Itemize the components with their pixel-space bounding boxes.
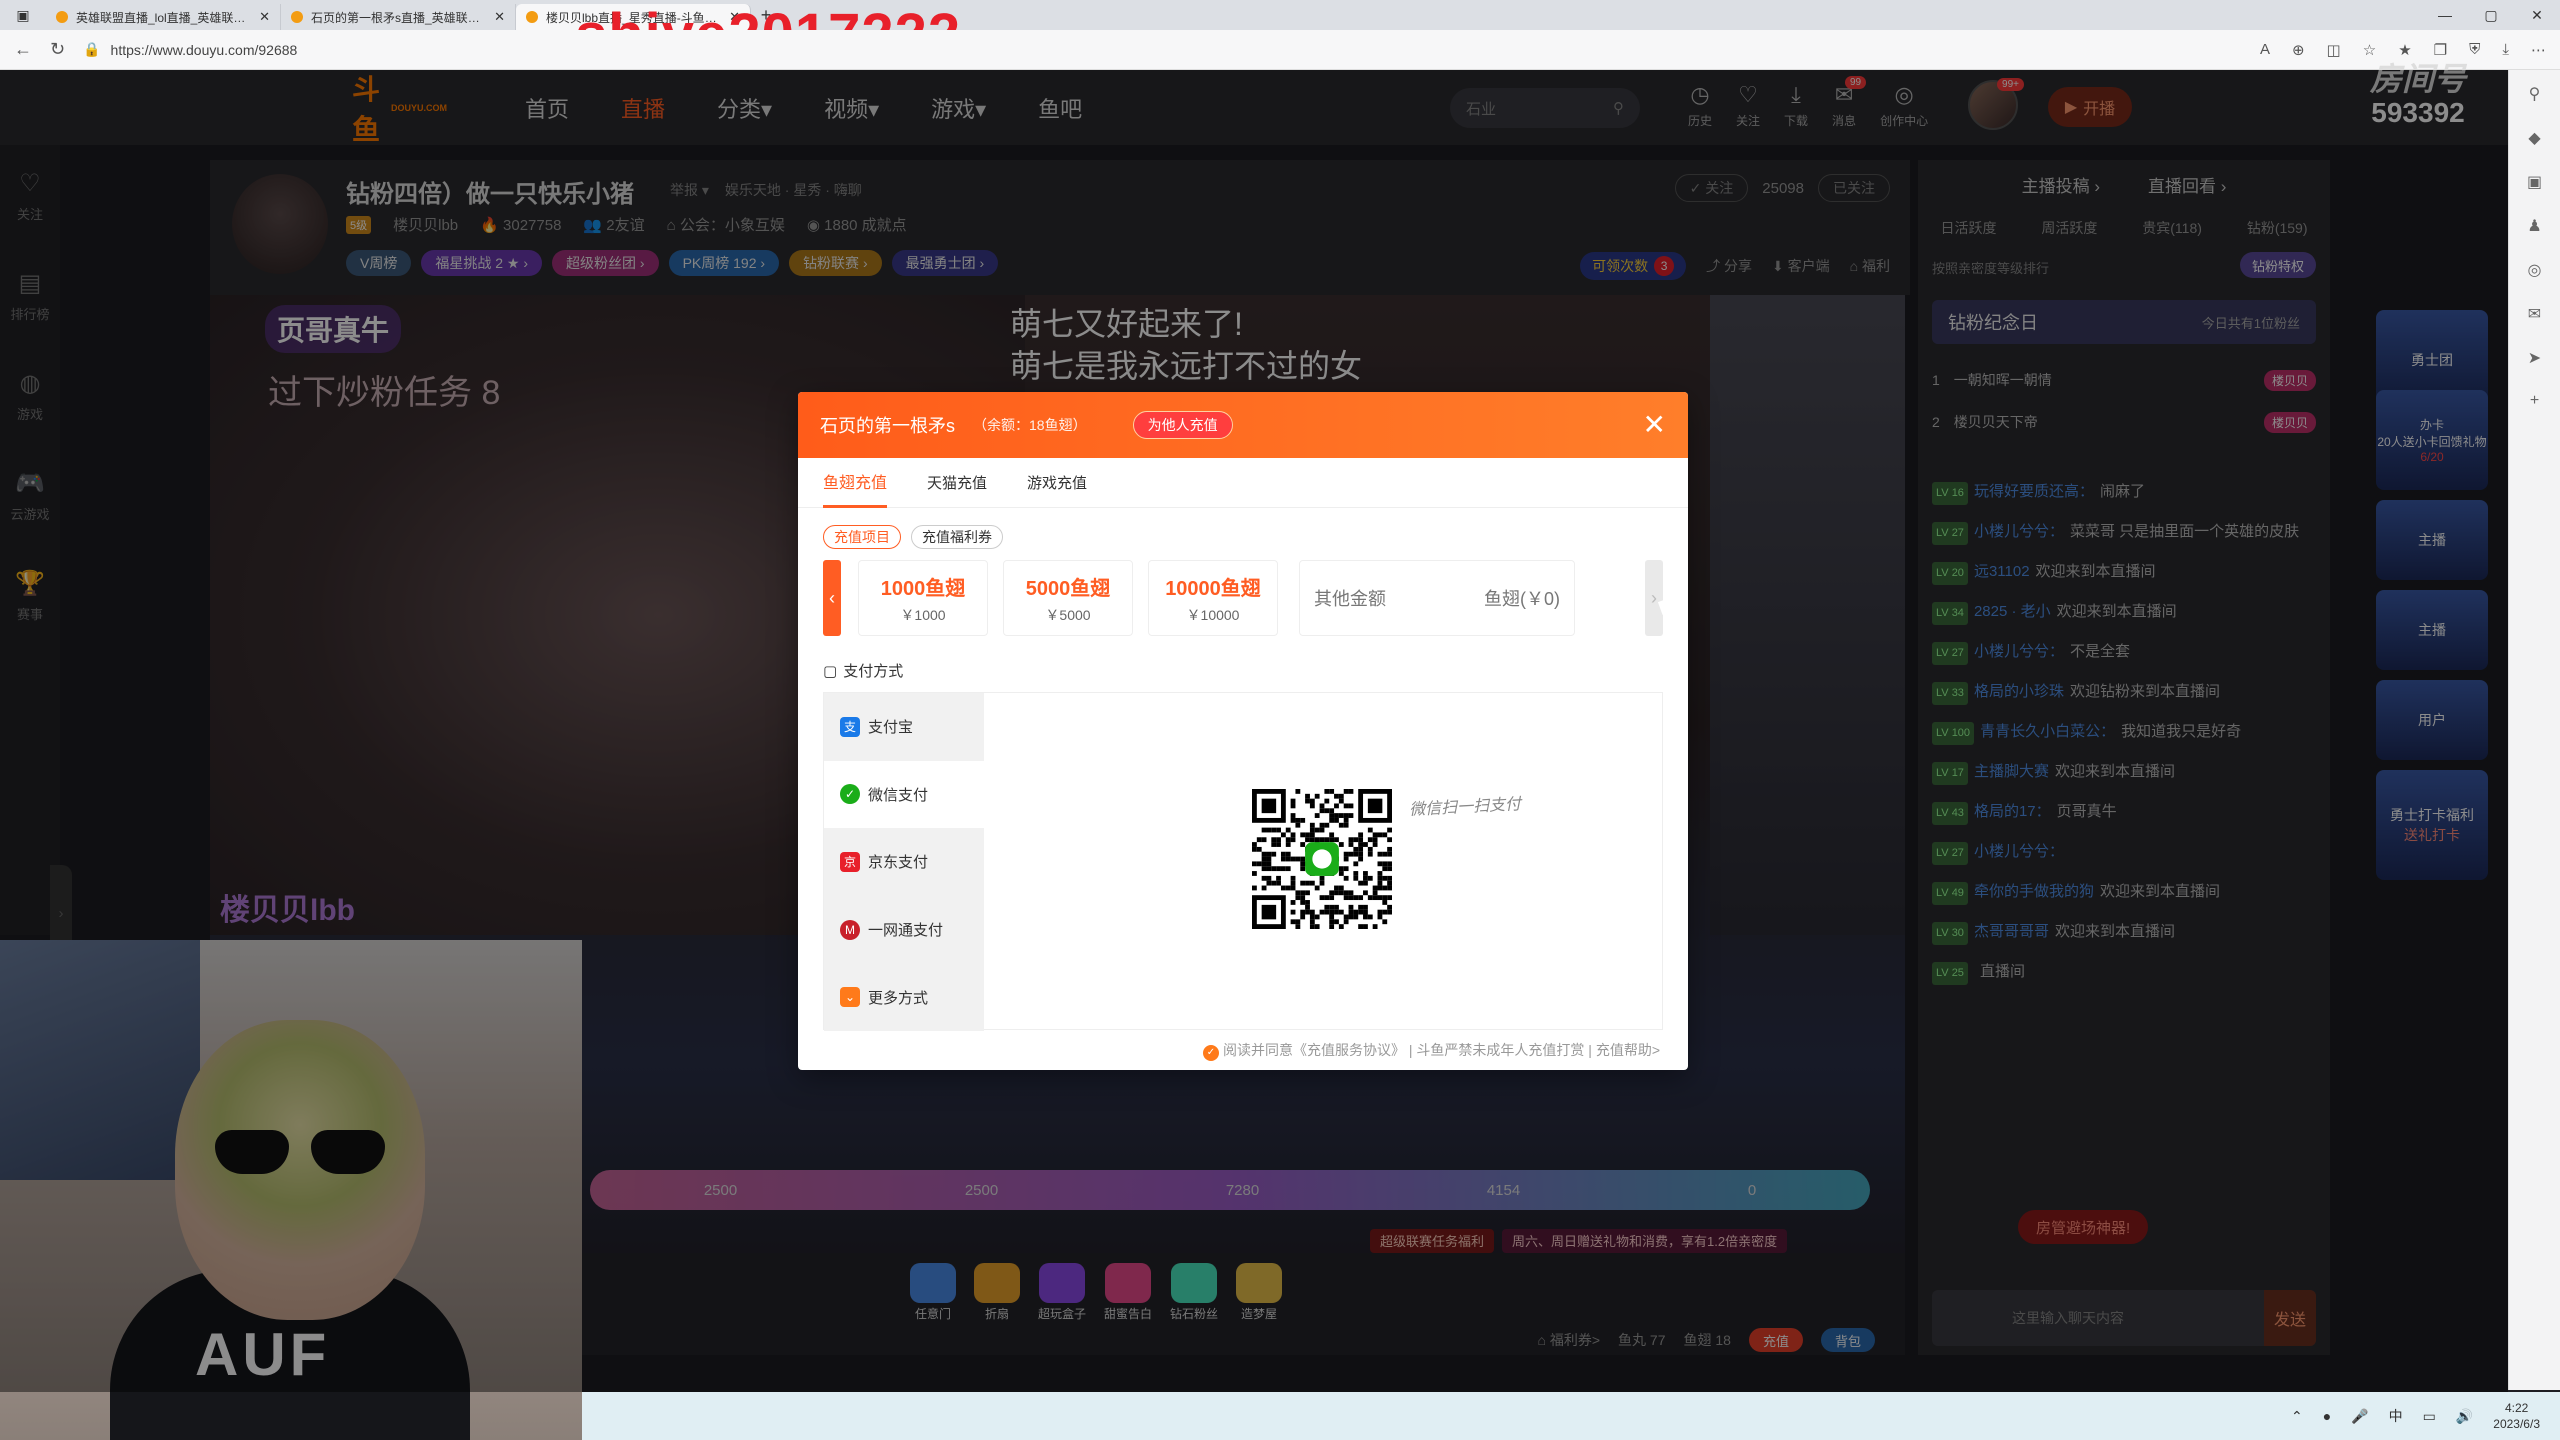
tray-expand-icon[interactable]: ⌃ [2291, 1408, 2303, 1425]
pay-method-0[interactable]: 支支付宝 [824, 693, 984, 761]
chevron-left-icon[interactable]: ‹ [823, 560, 841, 636]
recharge-for-others-button[interactable]: 为他人充值 [1132, 411, 1233, 439]
recharge-subtab-1[interactable]: 充值福利券 [911, 525, 1003, 549]
pay-method-icon: M [840, 919, 860, 940]
url-field[interactable]: 🔒 https://www.douyu.com/92688 [83, 34, 2242, 65]
read-aloud-icon[interactable]: A [2260, 41, 2270, 59]
office-icon[interactable]: ◎ [2528, 260, 2542, 280]
lock-icon: 🔒 [83, 41, 101, 57]
pay-method-icon: 京 [840, 851, 860, 872]
ime-indicator[interactable]: 中 [2389, 1406, 2403, 1426]
clock[interactable]: 4:22 2023/6/3 [2493, 1400, 2540, 1432]
favorites-icon[interactable]: ★ [2398, 41, 2411, 59]
pay-method-label: 京东支付 [868, 854, 929, 872]
tab-label: 英雄联盟直播_lol直播_英雄联盟视频录像-斗鱼直播 [76, 10, 251, 25]
add-icon[interactable]: + [2530, 392, 2539, 410]
tab-close-icon[interactable]: ✕ [494, 9, 505, 25]
amount-price: ￥10000 [1186, 606, 1240, 623]
pay-method-label: 更多方式 [868, 989, 929, 1007]
pay-method-4[interactable]: ⌄ 更多方式 [824, 963, 984, 1031]
amount-value: 1000鱼翅 [880, 577, 966, 600]
amount-row: ‹ 1000鱼翅 ￥1000 5000鱼翅 ￥5000 10000鱼翅 ￥10000 其他… [823, 560, 1663, 636]
pay-method-icon: ✓ [840, 784, 860, 805]
downloads-icon[interactable]: ⤓ [2502, 41, 2509, 59]
close-window-icon[interactable]: ✕ [2514, 0, 2560, 30]
network-icon[interactable]: ▭ [2423, 1408, 2436, 1425]
refresh-icon[interactable]: ↻ [50, 39, 65, 60]
tab-label: 石页的第一根矛s直播_英雄联盟直播-斗鱼直播 [311, 10, 487, 25]
amount-option-1[interactable]: 5000鱼翅 ￥5000 [1003, 560, 1133, 636]
amount-price: ￥1000 [900, 606, 946, 623]
tools-icon[interactable]: ▣ [2527, 172, 2542, 192]
pay-method-2[interactable]: 京京东支付 [824, 828, 984, 896]
recharge-tab-2[interactable]: 游戏充值 [1027, 458, 1087, 508]
zoom-icon[interactable]: ⊕ [2292, 41, 2305, 59]
pay-method-label: 微信支付 [868, 786, 929, 804]
chevron-right-icon[interactable]: › [1645, 560, 1663, 636]
wechat-qr-code [1252, 789, 1392, 929]
browser-sidebar: ⚲ ◆ ▣ ♟ ◎ ✉ ➤ + [2508, 70, 2560, 1390]
tab-close-icon[interactable]: ✕ [259, 9, 270, 25]
pay-method-title: ▢ 支付方式 [823, 662, 904, 681]
back-icon[interactable]: ← [14, 39, 32, 60]
recharge-tab-1[interactable]: 天猫充值 [927, 458, 987, 508]
pay-method-label: 支付宝 [868, 719, 914, 737]
search-icon[interactable]: ⚲ [2529, 84, 2541, 104]
favicon-icon [291, 11, 303, 23]
agreement-text[interactable]: ✓ 阅读并同意《充值服务协议》 | 斗鱼严禁未成年人充值打赏 | 充值帮助> [798, 1040, 1688, 1061]
pay-method-label: 一网通支付 [868, 922, 944, 940]
extension-icon[interactable]: ⛨ [2469, 41, 2480, 59]
more-icon[interactable]: ⋯ [2531, 41, 2546, 59]
split-view-icon[interactable]: ◫ [2327, 41, 2341, 59]
amount-price: ￥5000 [1045, 606, 1091, 623]
amount-option-2[interactable]: 10000鱼翅 ￥10000 [1148, 560, 1278, 636]
taskbar: ⌃ ● 🎤 中 ▭ 🔊 4:22 2023/6/3 [582, 1392, 2560, 1440]
pay-method-3[interactable]: M 一网通支付 [824, 896, 984, 964]
browser-tab-0[interactable]: 英雄联盟直播_lol直播_英雄联盟视频录像-斗鱼直播 ✕ [46, 4, 281, 30]
modal-balance: （余额：18鱼翅） [973, 417, 1087, 433]
checkbox-icon[interactable]: ✓ [1202, 1045, 1219, 1061]
maximize-icon[interactable]: ▢ [2468, 0, 2514, 30]
pay-method-1[interactable]: ✓ 微信支付 [824, 760, 984, 829]
amount-value: 5000鱼翅 [1025, 577, 1111, 600]
shopping-icon[interactable]: ◆ [2528, 128, 2540, 148]
pay-method-icon: ⌄ [840, 987, 860, 1008]
favorite-add-icon[interactable]: ☆ [2363, 41, 2376, 59]
address-bar: ← ↻ 🔒 https://www.douyu.com/92688 A ⊕ ◫ … [0, 30, 2560, 70]
games-icon[interactable]: ♟ [2527, 216, 2541, 236]
url-text: https://www.douyu.com/92688 [110, 41, 298, 58]
volume-icon[interactable]: 🔊 [2456, 1408, 2473, 1425]
recharge-modal: 石页的第一根矛s （余额：18鱼翅） 为他人充值 ✕ 鱼翅充值 天猫充值 游戏充值 … [798, 392, 1688, 1070]
send-icon[interactable]: ➤ [2528, 348, 2541, 368]
qr-hint: 微信扫一扫支付 [1408, 796, 1522, 819]
tray-app-icon[interactable]: ● [2323, 1408, 2331, 1424]
close-icon[interactable]: ✕ [1643, 411, 1666, 439]
recharge-tab-0[interactable]: 鱼翅充值 [823, 458, 888, 508]
pay-method-icon: 支 [840, 716, 860, 737]
browser-tab-1[interactable]: 石页的第一根矛s直播_英雄联盟直播-斗鱼直播 ✕ [281, 4, 516, 30]
recharge-subtab-0[interactable]: 充值项目 [823, 525, 901, 549]
amount-option-0[interactable]: 1000鱼翅 ￥1000 [858, 560, 988, 636]
collections-icon[interactable]: ❐ [2434, 41, 2447, 59]
pay-box: 支支付宝 ✓ 微信支付京京东支付 M 一网通支付 ⌄ 更多方式 微信扫一扫支付 [823, 692, 1663, 1031]
tab-actions-icon[interactable]: ▣ [0, 0, 46, 30]
favicon-icon [526, 11, 538, 23]
minimize-icon[interactable]: — [2422, 0, 2468, 30]
favicon-icon [56, 11, 68, 23]
browser-tabbar: ▣ 英雄联盟直播_lol直播_英雄联盟视频录像-斗鱼直播✕石页的第一根矛s直播_… [0, 0, 2560, 30]
wallet-icon: ▢ [823, 662, 838, 680]
mic-icon[interactable]: 🎤 [2351, 1408, 2368, 1425]
modal-username: 石页的第一根矛s [820, 416, 955, 436]
amount-value: 10000鱼翅 [1165, 577, 1261, 600]
outlook-icon[interactable]: ✉ [2528, 304, 2541, 324]
other-amount-input[interactable]: 其他金额 鱼翅(￥0) [1299, 560, 1575, 636]
